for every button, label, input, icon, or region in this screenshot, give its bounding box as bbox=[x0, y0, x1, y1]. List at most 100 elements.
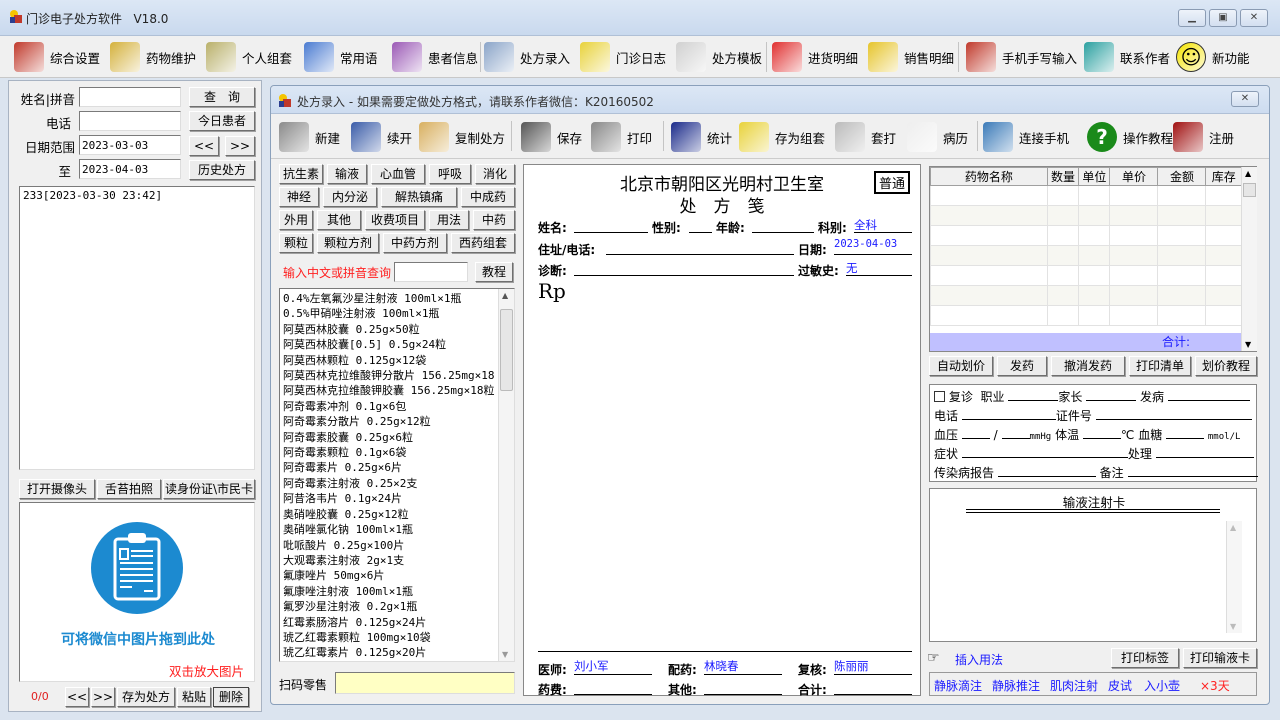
grid-cell[interactable] bbox=[1078, 245, 1111, 266]
date-from-input[interactable] bbox=[79, 135, 181, 155]
grid-column-header[interactable]: 单价 bbox=[1109, 167, 1159, 186]
drug-search-input[interactable] bbox=[394, 262, 468, 282]
grid-row[interactable] bbox=[930, 185, 1242, 206]
drug-list-item[interactable]: 氟罗沙星注射液 0.2g×1瓶 bbox=[283, 599, 511, 614]
toolbar-drug-maintenance[interactable]: 药物维护 bbox=[110, 40, 196, 74]
category-button[interactable]: 中药方剂 bbox=[383, 233, 447, 253]
category-button[interactable]: 呼吸 bbox=[429, 164, 471, 184]
grid-row[interactable] bbox=[930, 225, 1242, 246]
grid-cell[interactable] bbox=[1205, 285, 1242, 306]
scroll-down-icon[interactable]: ▼ bbox=[1230, 622, 1236, 631]
query-button[interactable]: 查 询 bbox=[189, 87, 255, 107]
grid-cell[interactable] bbox=[1109, 225, 1159, 246]
drug-list-item[interactable]: 阿莫西林颗粒 0.125g×12袋 bbox=[283, 353, 511, 368]
dispenser-field[interactable]: 林晓春 bbox=[704, 658, 782, 675]
temperature-field[interactable] bbox=[1082, 438, 1121, 439]
drug-list-item[interactable]: 阿莫西林胶囊 0.25g×50粒 bbox=[283, 322, 511, 337]
grid-cell[interactable] bbox=[1205, 185, 1242, 206]
prev-range-button[interactable]: << bbox=[189, 136, 219, 156]
drug-list[interactable]: 0.4%左氧氟沙星注射液 100ml×1瓶 0.5%甲硝唑注射液 100ml×1瓶… bbox=[279, 288, 515, 662]
bp-diastolic-field[interactable] bbox=[1001, 438, 1030, 439]
drug-list-item[interactable]: 红霉素肠溶片 0.125g×24片 bbox=[283, 615, 511, 630]
grid-cell[interactable] bbox=[1205, 265, 1242, 286]
grid-column-header[interactable]: 药物名称 bbox=[930, 167, 1048, 186]
job-field[interactable] bbox=[1008, 400, 1059, 401]
toolbar-purchase-chart[interactable]: 进货明细 bbox=[772, 40, 858, 74]
category-button[interactable]: 内分泌 bbox=[323, 187, 377, 207]
drug-list-item[interactable]: 阿奇霉素片 0.25g×6片 bbox=[283, 460, 511, 475]
allergy-field[interactable]: 无 bbox=[846, 260, 912, 276]
grid-cell[interactable] bbox=[1205, 305, 1242, 326]
toolbar-common-phrases[interactable]: 常用语 bbox=[304, 40, 378, 74]
grid-cell[interactable] bbox=[1046, 265, 1080, 286]
grid-row[interactable] bbox=[930, 245, 1242, 266]
doctor-field[interactable]: 刘小军 bbox=[574, 658, 652, 675]
rx-toolbar-help[interactable]: ? 操作教程 bbox=[1087, 120, 1173, 154]
drug-list-item[interactable]: 氟康唑片 50mg×6片 bbox=[283, 568, 511, 583]
grid-cell[interactable] bbox=[1078, 265, 1111, 286]
grid-cell[interactable] bbox=[1109, 305, 1159, 326]
toolbar-smiley[interactable]: ☺ 新功能 bbox=[1176, 40, 1250, 74]
prescription-type-badge[interactable]: 普通 bbox=[874, 171, 911, 194]
grid-cell[interactable] bbox=[1157, 185, 1207, 206]
grid-cell[interactable] bbox=[930, 285, 1048, 306]
scan-retail-input[interactable] bbox=[335, 672, 515, 694]
revisit-checkbox[interactable] bbox=[934, 391, 945, 402]
diagnosis-field[interactable] bbox=[574, 262, 794, 276]
grid-cell[interactable] bbox=[1046, 185, 1080, 206]
minimize-button[interactable]: ▁ bbox=[1178, 9, 1206, 27]
infusion-scrollbar[interactable]: ▲ ▼ bbox=[1226, 521, 1242, 633]
fee-field[interactable] bbox=[574, 681, 652, 695]
category-button[interactable]: 西药组套 bbox=[451, 233, 515, 253]
open-camera-button[interactable]: 打开摄像头 bbox=[19, 479, 95, 499]
drug-list-item[interactable]: 阿莫西林克拉维酸钾分散片 156.25mg×18 bbox=[283, 368, 511, 383]
grid-action-button[interactable]: 发药 bbox=[997, 356, 1047, 376]
toolbar-handwriting[interactable]: 手机手写输入 bbox=[966, 40, 1077, 74]
grid-cell[interactable] bbox=[1078, 225, 1111, 246]
insert-usage-link[interactable]: 插入用法 bbox=[955, 651, 1003, 668]
bp-systolic-field[interactable] bbox=[961, 438, 990, 439]
rx-toolbar-statistics[interactable]: 统计 bbox=[671, 120, 732, 154]
grid-scrollbar[interactable]: ▲ ▼ bbox=[1241, 167, 1257, 351]
rx-toolbar-medical-record[interactable]: 病历 bbox=[907, 120, 968, 154]
grid-cell[interactable] bbox=[1046, 225, 1080, 246]
usage-link[interactable]: 肌肉注射 bbox=[1050, 677, 1098, 694]
tongue-photo-button[interactable]: 舌苔拍照 bbox=[97, 479, 161, 499]
maximize-button[interactable]: ▣ bbox=[1209, 9, 1237, 27]
drug-list-item[interactable]: 奥硝唑氯化钠 100ml×1瓶 bbox=[283, 522, 511, 537]
reviewer-field[interactable]: 陈丽丽 bbox=[834, 658, 912, 675]
usage-link[interactable]: 入小壶 bbox=[1144, 677, 1180, 694]
scroll-up-icon[interactable]: ▲ bbox=[1230, 523, 1236, 532]
grid-cell[interactable] bbox=[1046, 205, 1080, 226]
category-button[interactable]: 抗生素 bbox=[279, 164, 323, 184]
grid-cell[interactable] bbox=[1109, 185, 1159, 206]
category-button[interactable]: 颗粒 bbox=[279, 233, 313, 253]
grid-cell[interactable] bbox=[930, 305, 1048, 326]
scroll-thumb[interactable] bbox=[1243, 183, 1256, 197]
drug-list-item[interactable]: 阿奇霉素注射液 0.25×2支 bbox=[283, 476, 511, 491]
category-button[interactable]: 中成药 bbox=[461, 187, 515, 207]
print-infusion-card-button[interactable]: 打印输液卡 bbox=[1183, 648, 1257, 668]
grid-cell[interactable] bbox=[1157, 305, 1207, 326]
sex-field[interactable] bbox=[689, 219, 712, 233]
next-range-button[interactable]: >> bbox=[225, 136, 255, 156]
prescription-sheet[interactable]: 北京市朝阳区光明村卫生室 普通 处 方 笺 姓名: 性别: 年龄: 科别: 全科… bbox=[523, 164, 921, 697]
patient-name-field[interactable] bbox=[574, 219, 648, 233]
toolbar-contact-pin[interactable]: 联系作者 bbox=[1084, 40, 1170, 74]
rx-toolbar-new[interactable]: 新建 bbox=[279, 120, 340, 154]
next-image-button[interactable]: >> bbox=[91, 687, 115, 707]
drug-list-item[interactable]: 琥乙红霉素颗粒 100mg×10袋 bbox=[283, 630, 511, 645]
drug-list-item[interactable]: 阿昔洛韦片 0.1g×24片 bbox=[283, 491, 511, 506]
scroll-down-icon[interactable]: ▼ bbox=[1245, 340, 1251, 349]
grid-cell[interactable] bbox=[930, 185, 1048, 206]
grid-cell[interactable] bbox=[1205, 225, 1242, 246]
grid-cell[interactable] bbox=[1109, 245, 1159, 266]
medication-grid[interactable]: 药物名称 数量 单位 单价 金额 库存 合计: ▲ ▼ bbox=[929, 166, 1257, 352]
grid-cell[interactable] bbox=[930, 205, 1048, 226]
grid-cell[interactable] bbox=[1109, 205, 1159, 226]
drug-list-item[interactable]: 阿奇霉素分散片 0.25g×12粒 bbox=[283, 414, 511, 429]
delete-image-button[interactable]: 删除 bbox=[213, 687, 249, 707]
rx-toolbar-continue[interactable]: 续开 bbox=[351, 120, 412, 154]
drug-list-item[interactable]: 阿奇霉素胶囊 0.25g×6粒 bbox=[283, 430, 511, 445]
usage-link[interactable]: 静脉推注 bbox=[992, 677, 1040, 694]
